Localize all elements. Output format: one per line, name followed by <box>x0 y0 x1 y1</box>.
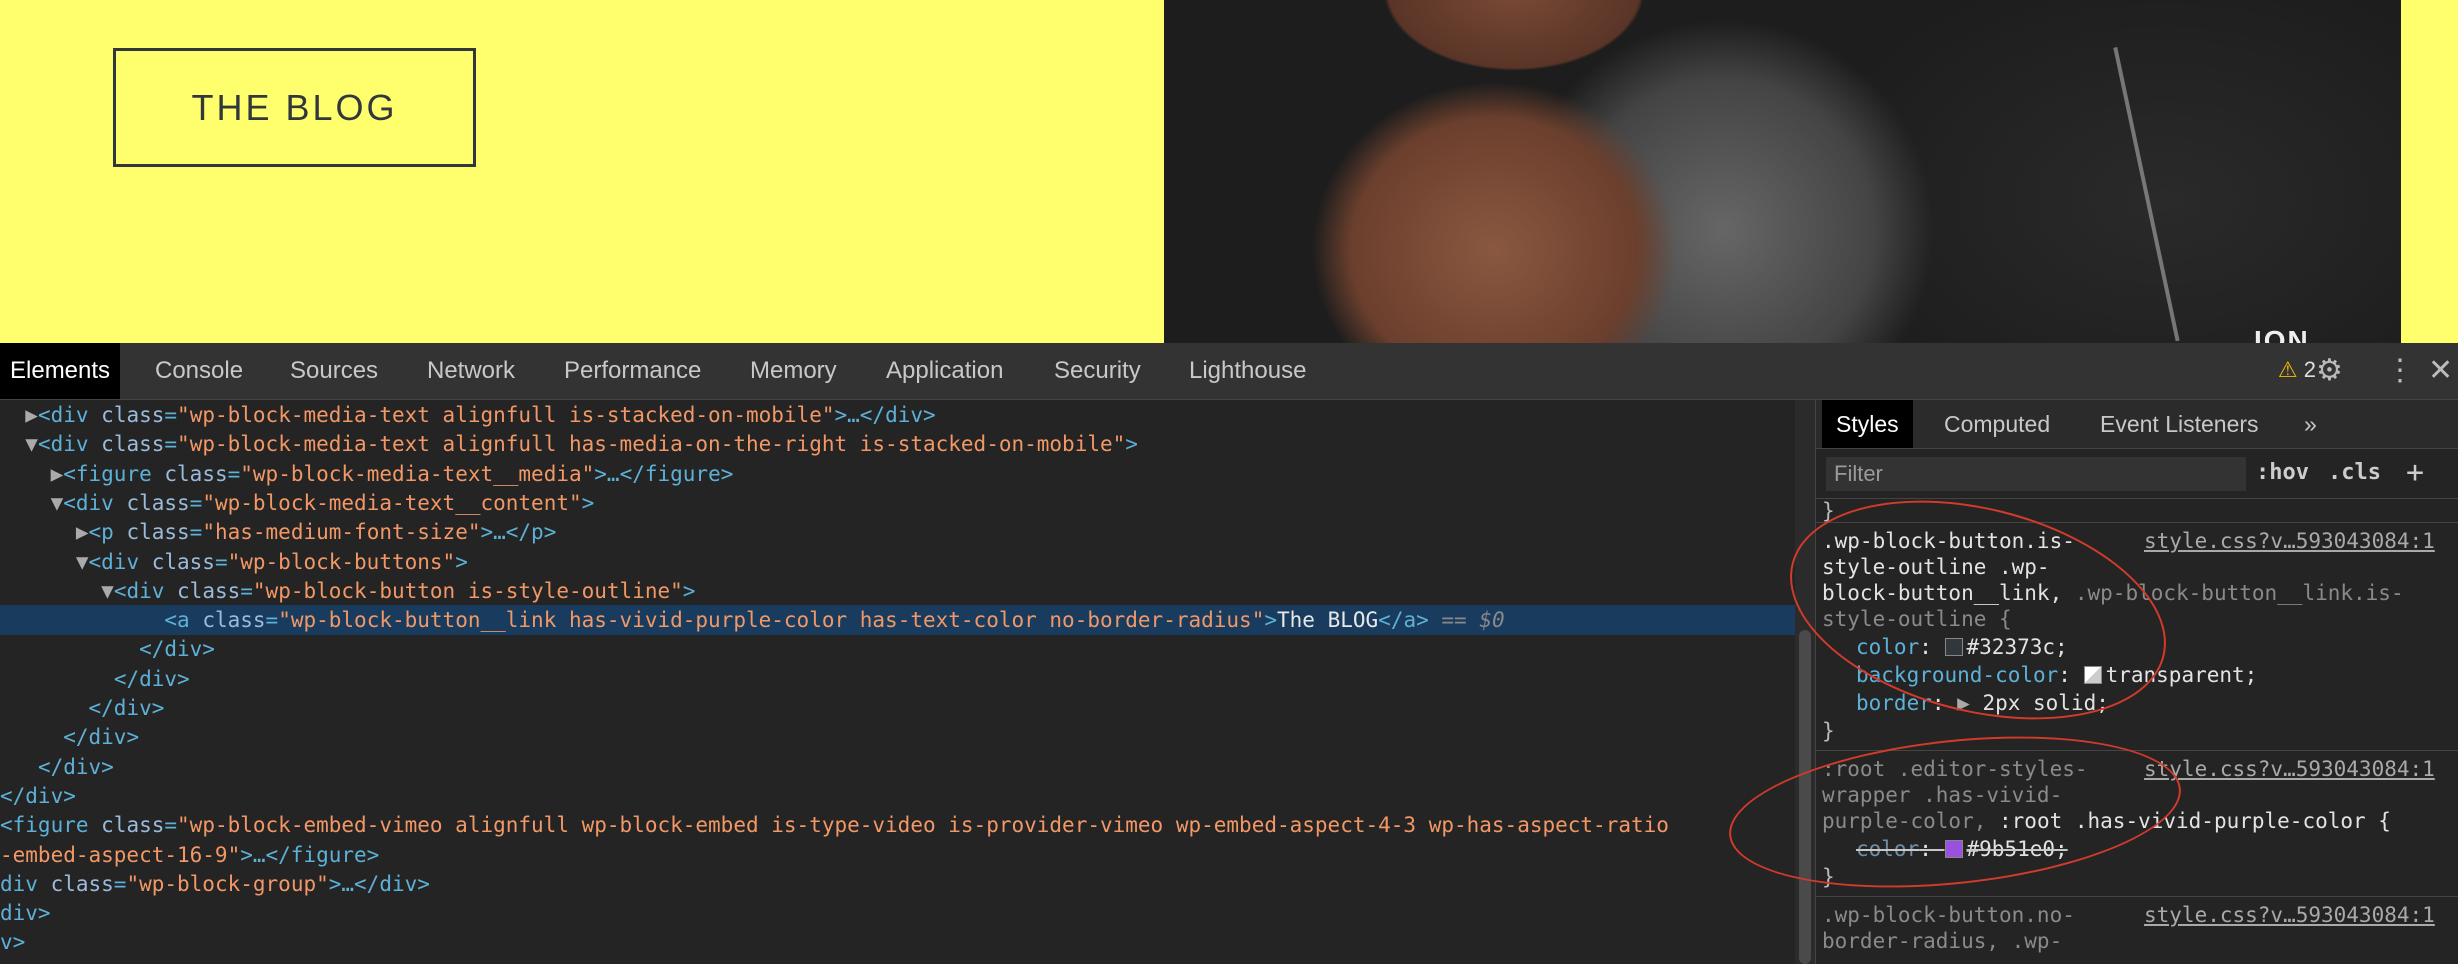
dom-node-line[interactable]: </div> <box>0 722 1795 752</box>
devtools-panel: Elements Console Sources Network Perform… <box>0 343 2458 964</box>
elements-tree: ▶<div class="wp-block-media-text alignfu… <box>0 400 1795 964</box>
dom-node-line[interactable]: </div> <box>0 752 1795 782</box>
rule1-close-brace: } <box>1822 719 1835 743</box>
tab-security[interactable]: Security <box>1054 343 1141 399</box>
rule3-selector-line1: .wp-block-button.no- <box>1822 903 2075 927</box>
tab-network[interactable]: Network <box>427 343 515 399</box>
more-tabs-icon[interactable]: » <box>2304 400 2317 448</box>
tab-console[interactable]: Console <box>155 343 243 399</box>
warnings-indicator[interactable]: ⚠ 2 <box>2278 357 2316 383</box>
tab-sources[interactable]: Sources <box>290 343 378 399</box>
rule2-source-link[interactable]: style.css?v…593043084:1 <box>2144 756 2435 783</box>
close-icon[interactable]: ✕ <box>2428 353 2453 388</box>
rule1-source-link[interactable]: style.css?v…593043084:1 <box>2144 528 2435 555</box>
dom-node-line[interactable]: ▶<p class="has-medium-font-size">…</p> <box>0 517 1795 547</box>
tab-computed[interactable]: Computed <box>1944 400 2050 448</box>
styles-pane: Styles Computed Event Listeners » :hov .… <box>1721 400 2458 964</box>
the-blog-button[interactable]: THE BLOG <box>113 48 476 167</box>
dom-node-line[interactable]: v> <box>0 927 1795 957</box>
hov-toggle[interactable]: :hov <box>2256 457 2309 489</box>
dom-node-line[interactable]: </div> <box>0 634 1795 664</box>
dom-node-line[interactable]: <figure class="wp-block-embed-vimeo alig… <box>0 810 1795 840</box>
dom-node-line[interactable]: </div> <box>0 781 1795 811</box>
tab-lighthouse[interactable]: Lighthouse <box>1189 343 1306 399</box>
warning-icon: ⚠ <box>2277 357 2298 382</box>
warning-count: 2 <box>2303 357 2316 382</box>
hero-photo: ION <box>1164 0 2401 343</box>
dom-node-line[interactable]: ▼<div class="wp-block-button is-style-ou… <box>0 576 1795 606</box>
tab-styles[interactable]: Styles <box>1822 400 1913 448</box>
dom-node-line[interactable]: ▼<div class="wp-block-media-text__conten… <box>0 488 1795 518</box>
collapse-arrow-icon[interactable]: ▼ <box>76 550 89 574</box>
add-rule-icon[interactable]: + <box>2406 457 2424 489</box>
tab-elements[interactable]: Elements <box>0 343 121 399</box>
dom-node-line[interactable]: ▶<figure class="wp-block-media-text__med… <box>0 459 1795 489</box>
collapse-arrow-icon[interactable]: ▼ <box>101 579 114 603</box>
styles-filter-input[interactable] <box>1826 457 2246 491</box>
dom-node-line[interactable]: -embed-aspect-16-9">…</figure> <box>0 840 1795 870</box>
dom-node-line[interactable]: </div> <box>0 664 1795 694</box>
hoodie-string <box>2113 38 2219 342</box>
collapse-arrow-icon[interactable]: ▼ <box>25 432 38 456</box>
selected-dom-node[interactable]: <a class="wp-block-button__link has-vivi… <box>0 605 1795 636</box>
cls-toggle[interactable]: .cls <box>2328 457 2381 489</box>
dom-node-line[interactable]: div> <box>0 898 1795 928</box>
devtools-tabbar: Elements Console Sources Network Perform… <box>0 343 2458 400</box>
gear-icon[interactable]: ⚙ <box>2316 353 2343 388</box>
expand-arrow-icon[interactable]: ▶ <box>51 462 64 486</box>
collapse-arrow-icon[interactable]: ▼ <box>51 491 64 515</box>
page-preview: THE BLOG ION <box>0 0 2458 343</box>
expand-arrow-icon[interactable]: ▶ <box>25 403 38 427</box>
dom-node-line[interactable]: div class="wp-block-group">…</div> <box>0 869 1795 899</box>
tab-performance[interactable]: Performance <box>564 343 701 399</box>
kebab-menu-icon[interactable]: ⋮ <box>2385 353 2415 388</box>
dom-node-line[interactable]: ▼<div class="wp-block-buttons"> <box>0 547 1795 577</box>
styles-filter-bar: :hov .cls + <box>1816 448 2458 499</box>
dom-node-line[interactable]: ▼<div class="wp-block-media-text alignfu… <box>0 429 1795 459</box>
dom-node-line[interactable]: ▶<div class="wp-block-media-text alignfu… <box>0 400 1795 430</box>
expand-arrow-icon[interactable]: ▶ <box>76 520 89 544</box>
rule3-selector-line2: border-radius, .wp- <box>1822 929 2063 953</box>
tab-event-listeners[interactable]: Event Listeners <box>2100 400 2259 448</box>
rule3-source-link[interactable]: style.css?v…593043084:1 <box>2144 902 2435 929</box>
tab-application[interactable]: Application <box>886 343 1003 399</box>
photo-watermark-text: ION <box>2254 325 2310 343</box>
dom-node-line[interactable]: </div> <box>0 693 1795 723</box>
styles-tabbar: Styles Computed Event Listeners » <box>1816 400 2458 449</box>
tab-memory[interactable]: Memory <box>750 343 837 399</box>
rule-divider <box>1816 896 2458 897</box>
